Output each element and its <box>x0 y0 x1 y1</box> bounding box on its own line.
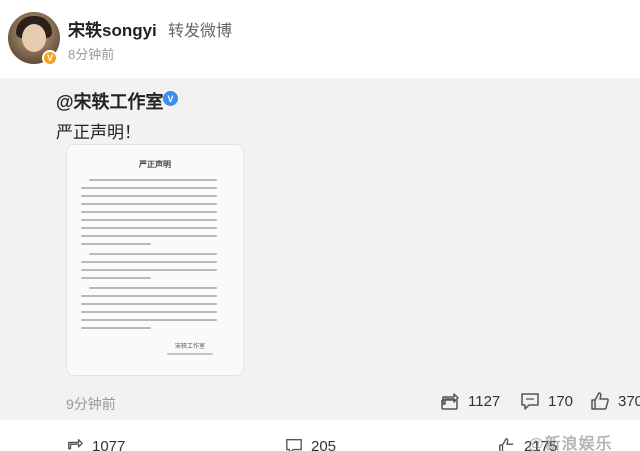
verified-badge-icon: V <box>42 50 58 66</box>
doc-text-line <box>81 219 217 221</box>
doc-text-line <box>89 287 217 289</box>
repost-icon <box>68 439 83 450</box>
like-icon <box>591 392 609 410</box>
comment-icon <box>286 439 302 451</box>
doc-text-line <box>81 303 217 305</box>
statement-image[interactable]: 严正声明 宋轶工作室 <box>66 144 244 376</box>
doc-title: 严正声明 <box>139 160 171 169</box>
doc-date-line <box>167 353 213 355</box>
watermark: @新浪娱乐 <box>528 436 613 451</box>
doc-text-line <box>89 253 217 255</box>
like-stat[interactable]: 370 <box>590 391 640 411</box>
doc-text-line <box>81 311 217 313</box>
doc-text-line <box>81 203 217 205</box>
post-time[interactable]: 8分钟前 <box>68 44 114 63</box>
comment-stat[interactable]: 170 <box>520 391 573 411</box>
like-icon <box>499 438 514 451</box>
repost-icon <box>441 393 459 410</box>
doc-text-line <box>81 187 217 189</box>
doc-text-line <box>81 235 217 237</box>
comment-count: 170 <box>548 392 574 410</box>
verified-icon: V <box>163 91 178 106</box>
bottom-repost-count: 1077 <box>92 437 126 451</box>
mention-link[interactable]: @宋轶工作室 <box>56 88 164 114</box>
like-count: 370 <box>618 392 640 410</box>
repost-action-label: 转发微博 <box>168 23 233 40</box>
doc-text-line <box>81 227 217 229</box>
repost-count: 1127 <box>468 392 501 410</box>
bottom-comment[interactable]: 205 <box>285 437 336 451</box>
doc-text-line <box>81 195 217 197</box>
reposted-card[interactable]: @宋轶工作室 V 严正声明！ 严正声明 宋轶工作室 9分钟前 1127 170 … <box>0 78 640 420</box>
doc-text-line <box>89 179 217 181</box>
original-post-time[interactable]: 9分钟前 <box>66 394 116 414</box>
bottom-repost[interactable]: 1077 <box>66 437 125 451</box>
doc-text-line <box>81 277 151 279</box>
doc-text-line <box>81 211 217 213</box>
doc-text-line <box>81 295 217 297</box>
repost-stat[interactable]: 1127 <box>440 391 500 411</box>
bottom-comment-count: 205 <box>311 437 337 451</box>
doc-text-line <box>81 269 217 271</box>
doc-signature: 宋轶工作室 <box>175 344 206 350</box>
post-header: V 宋轶songyi 转发微博 8分钟前 <box>0 0 640 78</box>
comment-icon <box>521 393 539 410</box>
action-bar: 1077 205 2175 @新浪娱乐 <box>0 420 640 451</box>
doc-text-line <box>81 319 217 321</box>
user-name[interactable]: 宋轶songyi <box>68 16 157 41</box>
post-text: 严正声明！ <box>56 123 141 142</box>
doc-text-line <box>81 261 217 263</box>
doc-text-line <box>81 327 151 329</box>
doc-text-line <box>81 243 151 245</box>
